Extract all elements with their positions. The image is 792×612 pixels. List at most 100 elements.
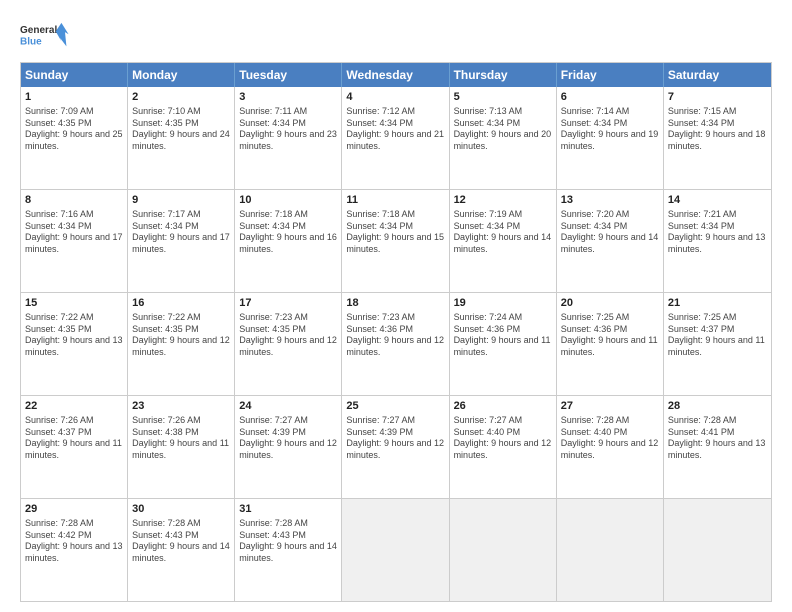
day-info: Sunrise: 7:25 AMSunset: 4:36 PMDaylight:… [561,312,659,359]
day-info: Sunrise: 7:28 AMSunset: 4:43 PMDaylight:… [132,518,230,565]
calendar-cell: 17Sunrise: 7:23 AMSunset: 4:35 PMDayligh… [235,293,342,395]
calendar-header-cell: Thursday [450,63,557,87]
day-number: 11 [346,193,444,208]
day-number: 18 [346,296,444,311]
calendar-cell: 5Sunrise: 7:13 AMSunset: 4:34 PMDaylight… [450,87,557,189]
calendar-cell: 13Sunrise: 7:20 AMSunset: 4:34 PMDayligh… [557,190,664,292]
day-info: Sunrise: 7:20 AMSunset: 4:34 PMDaylight:… [561,209,659,256]
calendar-header: SundayMondayTuesdayWednesdayThursdayFrid… [21,63,771,87]
day-info: Sunrise: 7:23 AMSunset: 4:36 PMDaylight:… [346,312,444,359]
day-number: 8 [25,193,123,208]
day-number: 10 [239,193,337,208]
day-info: Sunrise: 7:27 AMSunset: 4:40 PMDaylight:… [454,415,552,462]
day-info: Sunrise: 7:17 AMSunset: 4:34 PMDaylight:… [132,209,230,256]
calendar-row: 29Sunrise: 7:28 AMSunset: 4:42 PMDayligh… [21,498,771,601]
calendar-cell: 28Sunrise: 7:28 AMSunset: 4:41 PMDayligh… [664,396,771,498]
calendar-header-cell: Friday [557,63,664,87]
day-info: Sunrise: 7:19 AMSunset: 4:34 PMDaylight:… [454,209,552,256]
calendar-cell: 10Sunrise: 7:18 AMSunset: 4:34 PMDayligh… [235,190,342,292]
calendar-cell: 25Sunrise: 7:27 AMSunset: 4:39 PMDayligh… [342,396,449,498]
day-info: Sunrise: 7:22 AMSunset: 4:35 PMDaylight:… [132,312,230,359]
day-number: 17 [239,296,337,311]
calendar-cell: 7Sunrise: 7:15 AMSunset: 4:34 PMDaylight… [664,87,771,189]
calendar-cell: 11Sunrise: 7:18 AMSunset: 4:34 PMDayligh… [342,190,449,292]
calendar-cell: 12Sunrise: 7:19 AMSunset: 4:34 PMDayligh… [450,190,557,292]
calendar-cell: 20Sunrise: 7:25 AMSunset: 4:36 PMDayligh… [557,293,664,395]
calendar-cell: 2Sunrise: 7:10 AMSunset: 4:35 PMDaylight… [128,87,235,189]
day-number: 12 [454,193,552,208]
day-info: Sunrise: 7:11 AMSunset: 4:34 PMDaylight:… [239,106,337,153]
day-number: 2 [132,90,230,105]
calendar-row: 8Sunrise: 7:16 AMSunset: 4:34 PMDaylight… [21,189,771,292]
calendar-cell: 19Sunrise: 7:24 AMSunset: 4:36 PMDayligh… [450,293,557,395]
day-number: 14 [668,193,767,208]
day-info: Sunrise: 7:24 AMSunset: 4:36 PMDaylight:… [454,312,552,359]
logo: General Blue [20,16,70,54]
day-number: 21 [668,296,767,311]
calendar-row: 22Sunrise: 7:26 AMSunset: 4:37 PMDayligh… [21,395,771,498]
calendar-cell: 30Sunrise: 7:28 AMSunset: 4:43 PMDayligh… [128,499,235,601]
day-info: Sunrise: 7:18 AMSunset: 4:34 PMDaylight:… [239,209,337,256]
calendar-cell [342,499,449,601]
day-number: 27 [561,399,659,414]
calendar-cell: 14Sunrise: 7:21 AMSunset: 4:34 PMDayligh… [664,190,771,292]
day-info: Sunrise: 7:09 AMSunset: 4:35 PMDaylight:… [25,106,123,153]
svg-text:Blue: Blue [20,36,42,47]
day-info: Sunrise: 7:26 AMSunset: 4:37 PMDaylight:… [25,415,123,462]
day-info: Sunrise: 7:15 AMSunset: 4:34 PMDaylight:… [668,106,767,153]
day-number: 22 [25,399,123,414]
calendar-cell: 27Sunrise: 7:28 AMSunset: 4:40 PMDayligh… [557,396,664,498]
calendar-cell: 21Sunrise: 7:25 AMSunset: 4:37 PMDayligh… [664,293,771,395]
day-info: Sunrise: 7:16 AMSunset: 4:34 PMDaylight:… [25,209,123,256]
day-number: 3 [239,90,337,105]
day-number: 15 [25,296,123,311]
day-number: 29 [25,502,123,517]
day-info: Sunrise: 7:28 AMSunset: 4:40 PMDaylight:… [561,415,659,462]
day-number: 9 [132,193,230,208]
day-number: 5 [454,90,552,105]
day-number: 28 [668,399,767,414]
day-number: 20 [561,296,659,311]
day-info: Sunrise: 7:27 AMSunset: 4:39 PMDaylight:… [239,415,337,462]
day-info: Sunrise: 7:23 AMSunset: 4:35 PMDaylight:… [239,312,337,359]
day-info: Sunrise: 7:28 AMSunset: 4:41 PMDaylight:… [668,415,767,462]
day-number: 25 [346,399,444,414]
calendar-cell [557,499,664,601]
calendar-header-cell: Monday [128,63,235,87]
day-info: Sunrise: 7:14 AMSunset: 4:34 PMDaylight:… [561,106,659,153]
day-number: 1 [25,90,123,105]
day-info: Sunrise: 7:18 AMSunset: 4:34 PMDaylight:… [346,209,444,256]
day-number: 4 [346,90,444,105]
day-info: Sunrise: 7:27 AMSunset: 4:39 PMDaylight:… [346,415,444,462]
calendar-cell: 6Sunrise: 7:14 AMSunset: 4:34 PMDaylight… [557,87,664,189]
day-info: Sunrise: 7:21 AMSunset: 4:34 PMDaylight:… [668,209,767,256]
calendar-cell: 23Sunrise: 7:26 AMSunset: 4:38 PMDayligh… [128,396,235,498]
calendar-cell: 1Sunrise: 7:09 AMSunset: 4:35 PMDaylight… [21,87,128,189]
calendar: SundayMondayTuesdayWednesdayThursdayFrid… [20,62,772,602]
day-info: Sunrise: 7:12 AMSunset: 4:34 PMDaylight:… [346,106,444,153]
calendar-header-cell: Wednesday [342,63,449,87]
day-number: 13 [561,193,659,208]
calendar-cell: 15Sunrise: 7:22 AMSunset: 4:35 PMDayligh… [21,293,128,395]
calendar-header-cell: Saturday [664,63,771,87]
calendar-body: 1Sunrise: 7:09 AMSunset: 4:35 PMDaylight… [21,87,771,601]
calendar-row: 15 Sunrise: 7:22 AMSunset: 4:35 PMDayligh… [21,292,771,395]
calendar-cell: 4Sunrise: 7:12 AMSunset: 4:34 PMDaylight… [342,87,449,189]
page: General Blue SundayMondayTuesdayWednesda… [0,0,792,612]
day-info: Sunrise: 7:28 AMSunset: 4:43 PMDaylight:… [239,518,337,565]
day-number: 7 [668,90,767,105]
calendar-header-cell: Sunday [21,63,128,87]
calendar-cell: 22Sunrise: 7:26 AMSunset: 4:37 PMDayligh… [21,396,128,498]
day-number: 26 [454,399,552,414]
calendar-cell: 24Sunrise: 7:27 AMSunset: 4:39 PMDayligh… [235,396,342,498]
calendar-cell [664,499,771,601]
day-number: 30 [132,502,230,517]
header: General Blue [20,16,772,54]
calendar-row: 1Sunrise: 7:09 AMSunset: 4:35 PMDaylight… [21,87,771,189]
day-number: 19 [454,296,552,311]
calendar-cell: 29Sunrise: 7:28 AMSunset: 4:42 PMDayligh… [21,499,128,601]
calendar-cell: 18Sunrise: 7:23 AMSunset: 4:36 PMDayligh… [342,293,449,395]
day-number: 23 [132,399,230,414]
day-info: Sunrise: 7:25 AMSunset: 4:37 PMDaylight:… [668,312,767,359]
day-info: Sunrise: 7:10 AMSunset: 4:35 PMDaylight:… [132,106,230,153]
